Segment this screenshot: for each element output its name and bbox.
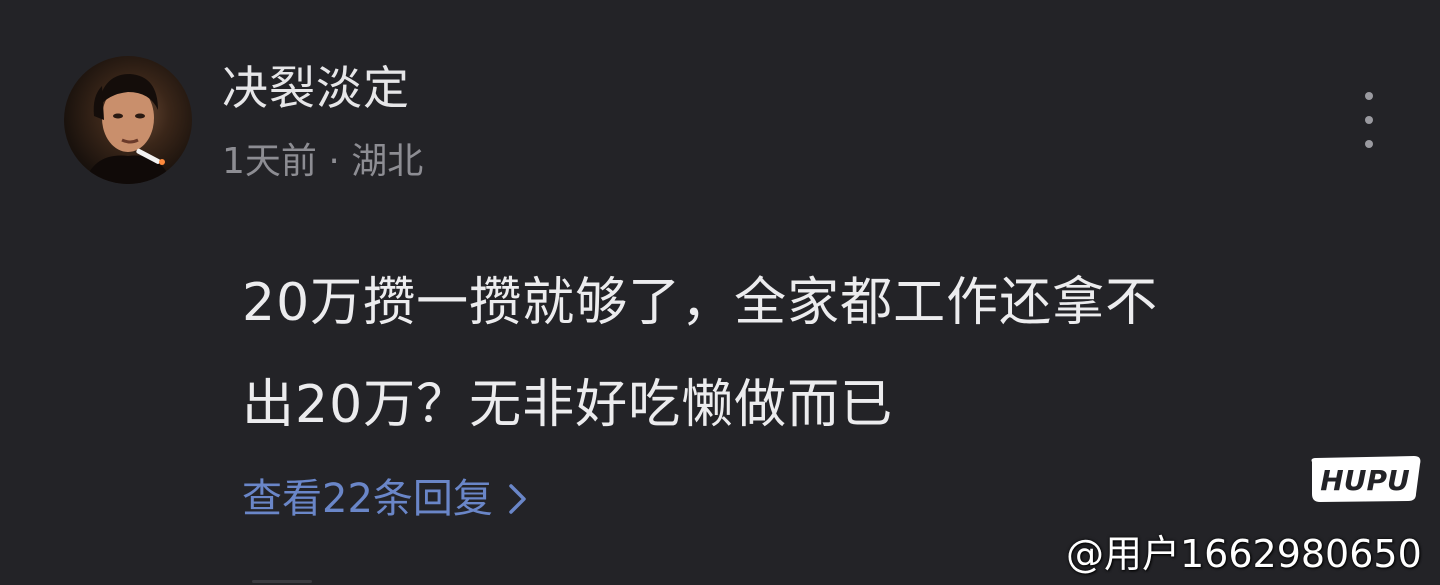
view-replies-label: 查看22条回复 xyxy=(242,476,493,522)
vertical-ellipsis-icon xyxy=(1365,92,1373,100)
ellipsis-dot xyxy=(1365,116,1373,124)
svg-text:HUPU: HUPU xyxy=(1320,464,1410,497)
comment-body: 20万攒一攒就够了，全家都工作还拿不 出20万？无非好吃懒做而已 xyxy=(242,252,1372,456)
avatar-photo-icon xyxy=(84,74,172,184)
user-avatar[interactable] xyxy=(64,56,192,184)
chevron-right-icon xyxy=(507,482,529,516)
view-replies-link[interactable]: 查看22条回复 xyxy=(242,473,529,525)
comment-body-line: 出20万？无非好吃懒做而已 xyxy=(242,375,894,435)
ellipsis-dot xyxy=(1365,140,1373,148)
divider xyxy=(252,580,312,583)
comment-screen: 决裂淡定 1天前 · 湖北 20万攒一攒就够了，全家都工作还拿不 出20万？无非… xyxy=(0,0,1440,585)
comment-meta: 1天前 · 湖北 xyxy=(222,141,424,182)
watermark-user-tag: @用户1662980650 xyxy=(1066,532,1422,576)
username[interactable]: 决裂淡定 xyxy=(222,60,410,116)
hupu-logo: HUPU xyxy=(1306,454,1424,504)
more-options-button[interactable] xyxy=(1345,88,1393,152)
comment-body-line: 20万攒一攒就够了，全家都工作还拿不 xyxy=(242,273,1159,333)
